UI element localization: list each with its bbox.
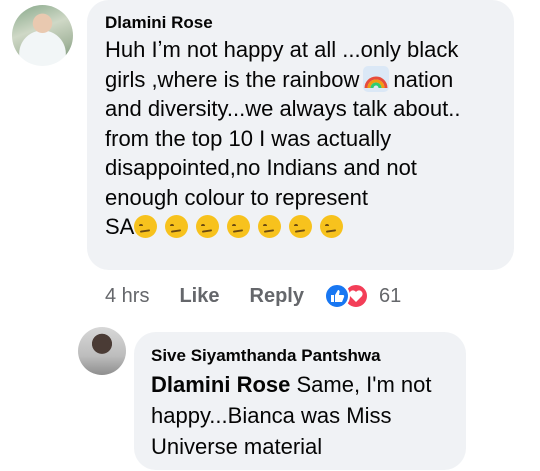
comment-author[interactable]: Dlamini Rose: [105, 13, 213, 33]
comment-line: enough colour to represent: [105, 184, 368, 210]
reply-mention-link[interactable]: Dlamini Rose: [151, 372, 290, 397]
avatar-sive-siyamthanda-pantshwa[interactable]: [78, 327, 126, 375]
like-reaction-icon: [323, 283, 350, 309]
comment-line: Huh Iʼm not happy at all ...only black: [105, 37, 459, 62]
unamused-emoji-icon: [320, 215, 344, 238]
reply-line: Universe material: [151, 434, 323, 459]
comment-actions: 4 hrs Like Reply 61: [105, 283, 402, 309]
comment-line-part: SA: [105, 214, 135, 239]
comment-text: Huh Iʼm not happy at all ...only black g…: [105, 35, 505, 242]
raised-eyebrow-emoji-icon: [227, 215, 251, 238]
comment-line: from the top 10 I was actually: [105, 125, 392, 151]
raised-eyebrow-emoji-icon: [258, 215, 282, 238]
like-button[interactable]: Like: [179, 285, 219, 308]
reply-line-part: Same, I'm not: [290, 372, 432, 397]
reply-button[interactable]: Reply: [250, 285, 304, 308]
comment-line: SA: [105, 212, 505, 242]
raised-eyebrow-emoji-icon: [196, 215, 220, 238]
comment-line: and diversity...we always talk about..: [105, 96, 461, 121]
reaction-count: 61: [378, 284, 402, 307]
raised-eyebrow-emoji-icon: [165, 215, 189, 238]
rainbow-icon: [363, 65, 390, 92]
reply-line: Dlamini Rose Same, I'm not: [151, 369, 451, 400]
comment-line-part: girls ,where is the rainbow: [105, 66, 360, 92]
comment-line: disappointed,no Indians and not: [105, 155, 417, 180]
reply-line: happy...Bianca was Miss: [151, 403, 392, 428]
reply-text: Dlamini Rose Same, I'm not happy...Bianc…: [151, 369, 451, 462]
raised-eyebrow-emoji-icon: [134, 215, 158, 238]
raised-eyebrow-emoji-icon: [289, 215, 313, 238]
comment-timestamp[interactable]: 4 hrs: [105, 285, 149, 308]
avatar-dlamini-rose[interactable]: [12, 5, 73, 66]
comment-line: girls ,where is the rainbow nation: [105, 65, 505, 95]
comment-line-part: nation: [393, 66, 454, 92]
reaction-summary[interactable]: 61: [323, 283, 402, 309]
reply-author[interactable]: Sive Siyamthanda Pantshwa: [151, 346, 381, 366]
